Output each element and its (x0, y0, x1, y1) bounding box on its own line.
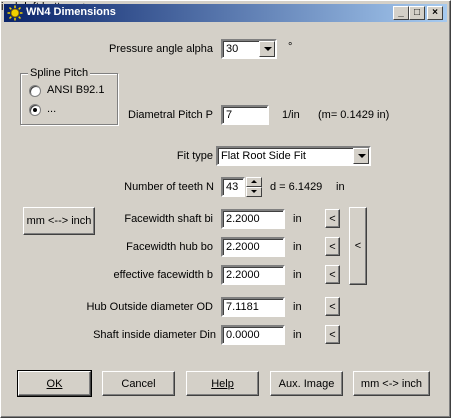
diametral-pitch-label: Diametral Pitch P (128, 109, 213, 121)
spin-down-icon[interactable] (246, 187, 262, 197)
field-label: effective facewidth b (113, 269, 213, 281)
field-unit: in (293, 269, 302, 281)
facewidth-shaft-arrow-button[interactable]: < (325, 209, 340, 228)
pressure-angle-unit: ° (288, 41, 293, 53)
fit-type-label: Fit type (176, 150, 213, 162)
ok-button[interactable]: OK (17, 370, 92, 397)
title-bar[interactable]: WN4 Dimensions _ □ × (4, 4, 447, 22)
aux-image-button[interactable]: Aux. Image (270, 371, 343, 396)
effective-facewidth-arrow-button[interactable]: < (325, 265, 340, 284)
shaft-din-arrow-button[interactable]: < (325, 325, 340, 344)
radio-ansi-b92-label: ANSI B92.1 (47, 84, 105, 96)
unit-toggle-button[interactable]: mm <-> inch (353, 371, 430, 396)
help-button[interactable]: Help (186, 371, 259, 396)
radio-other-label: ... (47, 103, 57, 115)
close-icon: × (432, 7, 438, 18)
pressure-angle-label: Pressure angle alpha (109, 43, 213, 55)
pressure-angle-select[interactable]: 30 (221, 39, 277, 59)
close-button[interactable]: × (427, 6, 443, 20)
facewidth-group-arrow-button[interactable]: < (349, 207, 367, 285)
teeth-spinner[interactable] (246, 177, 262, 197)
cancel-button[interactable]: Cancel (102, 371, 175, 396)
spin-up-icon[interactable] (246, 177, 262, 187)
field-label: Shaft inside diameter Din (93, 329, 216, 341)
facewidth-hub-arrow-button[interactable]: < (325, 237, 340, 256)
fit-type-select[interactable]: Flat Root Side Fit (216, 146, 371, 166)
field-unit: in (293, 329, 302, 341)
chevron-down-icon[interactable] (353, 148, 369, 164)
minimize-button[interactable]: _ (393, 6, 409, 20)
minimize-icon: _ (398, 7, 404, 18)
fit-type-value: Flat Root Side Fit (221, 150, 306, 162)
field-unit: in (293, 213, 302, 225)
hub-od-input[interactable]: 7.1181 (221, 297, 285, 317)
radio-ansi-b92[interactable] (29, 85, 41, 97)
field-label: Hub Outside diameter OD (86, 301, 213, 313)
field-label: Facewidth shaft bi (124, 213, 213, 225)
diametral-pitch-unit: 1/in (282, 109, 300, 121)
module-note: (m= 0.1429 in) (318, 109, 390, 121)
shaft-din-input[interactable]: 0.0000 (221, 325, 285, 345)
radio-other[interactable] (29, 104, 41, 116)
help-label: Help (211, 377, 234, 390)
field-unit: in (293, 301, 302, 313)
window-title: WN4 Dimensions (26, 6, 116, 18)
maximize-button[interactable]: □ (409, 6, 425, 20)
diameter-text: d = 6.1429 (270, 181, 323, 193)
spline-pitch-title: Spline Pitch (28, 67, 91, 79)
effective-facewidth-input[interactable]: 2.2000 (221, 265, 285, 285)
ok-label: OK (46, 377, 63, 390)
pressure-angle-value: 30 (226, 43, 239, 55)
hub-od-arrow-button[interactable]: < (325, 297, 340, 316)
field-unit: in (293, 241, 302, 253)
teeth-label: Number of teeth N (124, 181, 214, 193)
chevron-down-icon[interactable] (259, 41, 275, 57)
diameter-unit: in (336, 181, 345, 193)
teeth-input[interactable]: 43 (221, 177, 245, 197)
field-label: Facewidth hub bo (126, 241, 213, 253)
unit-toggle-left-button[interactable]: mm <--> inch (23, 207, 95, 235)
app-icon (7, 5, 23, 21)
diametral-pitch-input[interactable]: 7 (221, 105, 269, 125)
facewidth-shaft-input[interactable]: 2.2000 (221, 209, 285, 229)
facewidth-hub-input[interactable]: 2.2000 (221, 237, 285, 257)
maximize-icon: □ (413, 7, 421, 18)
dialog-window: WN4 Dimensions _ □ × Pressure angle alph… (0, 0, 451, 418)
